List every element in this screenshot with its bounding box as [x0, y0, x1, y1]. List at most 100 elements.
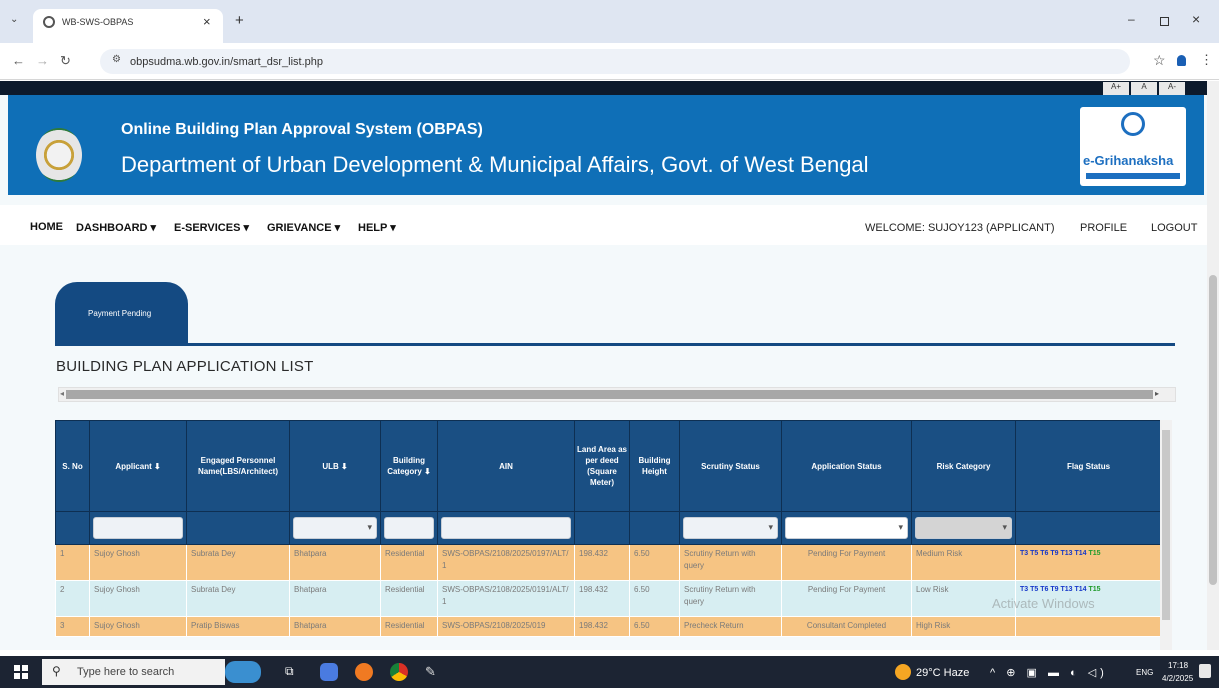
col-sno: S. No — [55, 420, 90, 512]
system-tray-icons[interactable]: ^ ⊕ ▣ ▬ ◐ ◁) — [990, 666, 1108, 679]
site-banner — [8, 95, 1204, 195]
new-tab-icon[interactable]: + — [235, 12, 244, 29]
close-window-icon[interactable]: × — [1192, 11, 1200, 27]
close-tab-icon[interactable]: × — [203, 14, 211, 29]
copilot-icon[interactable] — [320, 663, 338, 681]
nav-grievance[interactable]: GRIEVANCE ▾ — [267, 221, 340, 234]
filter-risk-select[interactable] — [915, 517, 1012, 539]
col-ulb[interactable]: ULB ⬇ — [289, 420, 381, 512]
col-applicant[interactable]: Applicant ⬇ — [89, 420, 187, 512]
task-view-icon[interactable]: ⧉ — [285, 664, 294, 679]
tab-underline — [55, 343, 1175, 346]
firefox-icon[interactable] — [355, 663, 373, 681]
clock-date[interactable]: 4/2/2025 — [1162, 674, 1193, 683]
cell-ulb: Bhatpara — [289, 580, 381, 617]
weather-text[interactable]: 29°C Haze — [916, 667, 969, 679]
egrihanaksha-logo: e-Grihanaksha — [1080, 107, 1186, 186]
app-icon[interactable]: ✎ — [425, 664, 436, 680]
cell-flags — [1015, 616, 1162, 637]
search-icon: ⚲ — [52, 664, 61, 678]
welcome-text: WELCOME: SUJOY123 (APPLICANT) — [865, 222, 1055, 234]
tab-payment-pending[interactable]: Payment Pending — [55, 282, 188, 345]
cell-sno: 3 — [55, 616, 90, 637]
cell-personnel: Subrata Dey — [186, 544, 290, 581]
taskbar-search-placeholder: Type here to search — [77, 666, 175, 678]
page-vertical-scroll-thumb[interactable] — [1209, 275, 1217, 585]
site-subtitle: Department of Urban Development & Munici… — [121, 152, 869, 177]
govt-emblem-logo — [36, 128, 82, 182]
language-indicator[interactable]: ENG — [1136, 668, 1153, 677]
filter-row — [55, 511, 1162, 545]
cell-ain[interactable]: SWS-OBPAS/2108/2025/0191/ALT/1 — [437, 580, 575, 617]
cell-applicant: Sujoy Ghosh — [89, 616, 187, 637]
forward-icon[interactable]: → — [36, 53, 49, 68]
cell-category: Residential — [380, 580, 438, 617]
col-category[interactable]: Building Category ⬇ — [380, 420, 438, 512]
filter-applicant-input[interactable] — [93, 517, 183, 539]
table-vertical-scroll-thumb[interactable] — [1162, 430, 1170, 620]
nav-home[interactable]: HOME — [30, 221, 63, 233]
cell-personnel: Pratip Biswas — [186, 616, 290, 637]
site-title: Online Building Plan Approval System (OB… — [121, 121, 483, 138]
clock-time[interactable]: 17:18 — [1168, 661, 1188, 670]
scroll-left-icon[interactable]: ◂ — [60, 389, 64, 398]
col-height: Building Height — [629, 420, 680, 512]
cell-ulb: Bhatpara — [289, 616, 381, 637]
profile-icon[interactable] — [1177, 55, 1186, 66]
cell-land-area: 198.432 — [574, 616, 630, 637]
font-increase-button[interactable]: A+ — [1103, 82, 1129, 95]
cell-land-area: 198.432 — [574, 580, 630, 617]
col-risk: Risk Category — [911, 420, 1016, 512]
windows-start-icon[interactable] — [14, 665, 28, 679]
nav-help[interactable]: HELP ▾ — [358, 221, 396, 234]
cell-risk: Medium Risk — [911, 544, 1016, 581]
reload-icon[interactable]: ↻ — [60, 53, 71, 69]
profile-link[interactable]: PROFILE — [1080, 222, 1127, 234]
filter-scrutiny-select[interactable] — [683, 517, 778, 539]
filter-ulb-select[interactable] — [293, 517, 377, 539]
col-land-area: Land Area as per deed (Square Meter) — [574, 420, 630, 512]
minimize-icon[interactable]: – — [1128, 12, 1135, 26]
filter-ain-input[interactable] — [441, 517, 571, 539]
tab-list-icon[interactable]: ⌄ — [10, 14, 18, 25]
activate-windows-watermark: Activate Windows — [992, 596, 1095, 611]
cell-ain[interactable]: SWS-OBPAS/2108/2025/019 — [437, 616, 575, 637]
weather-widget-icon[interactable] — [225, 661, 261, 683]
house-icon — [1121, 112, 1145, 136]
cell-land-area: 198.432 — [574, 544, 630, 581]
cell-category: Residential — [380, 544, 438, 581]
table-row[interactable]: 1 Sujoy Ghosh Subrata Dey Bhatpara Resid… — [55, 544, 1162, 581]
notification-icon[interactable] — [1199, 664, 1211, 678]
cell-flags: T3 T5 T6 T9 T13 T14 T15 — [1015, 544, 1162, 581]
chrome-icon[interactable] — [390, 663, 408, 681]
page-title: BUILDING PLAN APPLICATION LIST — [56, 358, 314, 375]
cell-scrutiny: Scrutiny Return with query — [679, 544, 782, 581]
cell-height: 6.50 — [629, 616, 680, 637]
horizontal-scroll-thumb[interactable] — [66, 390, 1153, 399]
table-row[interactable]: 3 Sujoy Ghosh Pratip Biswas Bhatpara Res… — [55, 616, 1162, 637]
weather-icon — [895, 664, 911, 680]
col-scrutiny: Scrutiny Status — [679, 420, 782, 512]
top-strip — [0, 81, 1207, 95]
scroll-right-icon[interactable]: ▸ — [1155, 389, 1159, 398]
filter-category-input[interactable] — [384, 517, 434, 539]
nav-e-services[interactable]: E-SERVICES ▾ — [174, 221, 249, 234]
tab-title: WB-SWS-OBPAS — [62, 17, 134, 27]
font-decrease-button[interactable]: A- — [1159, 82, 1185, 95]
back-icon[interactable]: ← — [12, 53, 25, 68]
filter-app-status-select[interactable] — [785, 517, 908, 539]
cell-app-status: Pending For Payment — [781, 544, 912, 581]
col-app-status: Application Status — [781, 420, 912, 512]
bookmark-star-icon[interactable]: ☆ — [1153, 52, 1166, 69]
logout-link[interactable]: LOGOUT — [1151, 222, 1197, 234]
flag-icons-blue: T3 T5 T6 T9 T13 T14 — [1020, 586, 1087, 593]
egrihanaksha-logo-text: e-Grihanaksha — [1083, 153, 1174, 168]
cell-height: 6.50 — [629, 544, 680, 581]
font-normal-button[interactable]: A — [1131, 82, 1157, 95]
col-flag: Flag Status — [1015, 420, 1162, 512]
restore-icon[interactable] — [1160, 17, 1169, 26]
cell-ain[interactable]: SWS-OBPAS/2108/2025/0197/ALT/1 — [437, 544, 575, 581]
site-info-icon[interactable]: ⚙ — [112, 54, 121, 65]
nav-dashboard[interactable]: DASHBOARD ▾ — [76, 221, 156, 234]
menu-dots-icon[interactable]: ⋮ — [1200, 52, 1213, 68]
